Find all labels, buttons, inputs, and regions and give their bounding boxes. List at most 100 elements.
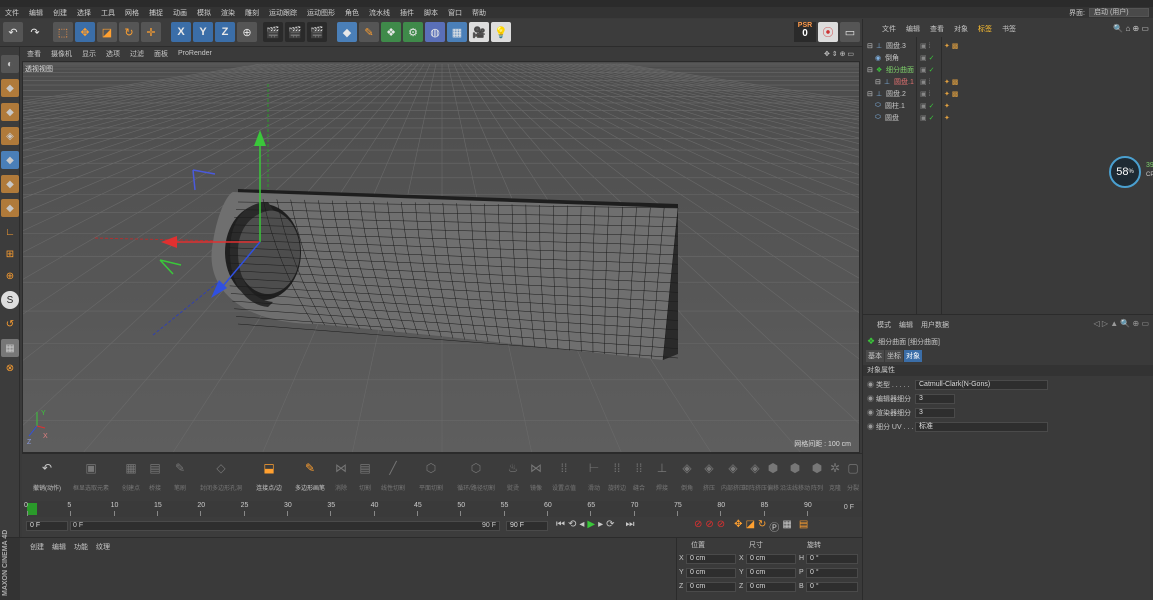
move-icon[interactable]: ✥ — [75, 22, 95, 42]
menu-mesh[interactable]: 网格 — [120, 8, 144, 18]
menu-animate[interactable]: 动画 — [168, 8, 192, 18]
tool-clone[interactable]: ✲ 克隆 — [826, 457, 844, 497]
tool-plane-cut[interactable]: ⬡ 平面切割 — [414, 457, 448, 497]
mat-tab-texture[interactable]: 纹理 — [96, 542, 110, 552]
frame-range-slider[interactable]: 0 F 90 F — [70, 521, 500, 531]
tool-weld[interactable]: ⊥ 焊接 — [651, 457, 673, 497]
grid-icon[interactable]: ▦ — [1, 339, 19, 357]
render-settings-icon[interactable]: 🎬 — [307, 22, 327, 42]
menu-mograph[interactable]: 运动图形 — [302, 8, 340, 18]
tool-iron[interactable]: ♨ 熨烫 — [502, 457, 524, 497]
timeline-ruler[interactable]: 0 5 10 15 20 25 30 35 40 45 50 55 60 65 70 75 80 85 90 0 F — [22, 501, 860, 517]
menu-edit[interactable]: 编辑 — [24, 8, 48, 18]
camera-icon[interactable]: 🎥 — [469, 22, 489, 42]
position-y-field[interactable]: 0 cm — [686, 568, 736, 578]
tool-loop-cut[interactable]: ⬡ 循环/路径切割 — [452, 457, 500, 497]
cube-icon[interactable]: ◆ — [337, 22, 357, 42]
tool-spin-edge[interactable]: ⁞⁞ 旋转边 — [606, 457, 628, 497]
tool-close-hole[interactable]: ◇ 封闭多边形孔洞 — [194, 457, 248, 497]
layout-icon[interactable]: ▭ — [840, 22, 860, 42]
perspective-viewport[interactable]: Y Z X 透视视图 网格间距 : 100 cm — [22, 61, 860, 453]
next-frame-icon[interactable]: ▸ — [598, 519, 603, 530]
texture-mode-icon[interactable]: ◆ — [1, 103, 19, 121]
menu-plugins[interactable]: 插件 — [395, 8, 419, 18]
position-x-field[interactable]: 0 cm — [686, 554, 736, 564]
autokey-icon[interactable]: ⊘ — [705, 519, 713, 534]
scale-icon[interactable]: ◪ — [97, 22, 117, 42]
mat-tab-edit[interactable]: 编辑 — [52, 542, 66, 552]
rotate-icon[interactable]: ↻ — [119, 22, 139, 42]
tool-line-cut[interactable]: ╱ 线性切割 — [378, 457, 408, 497]
vp-menu-view[interactable]: 查看 — [22, 49, 46, 59]
size-z-field[interactable]: 0 cm — [746, 582, 796, 592]
obj-tab-bookmarks[interactable]: 书签 — [997, 24, 1021, 34]
obj-tab-tags[interactable]: 标签 — [973, 24, 997, 34]
menu-tools[interactable]: 工具 — [96, 8, 120, 18]
object-row[interactable]: ⊟ ⊥ 圆盘.2 ▣ ⁞ ✦ ▩ — [863, 88, 1153, 99]
tool-brush[interactable]: ✎ 笔刷 — [168, 457, 192, 497]
tool-polygon-pen[interactable]: ✎ 多边形画笔 — [290, 457, 330, 497]
render-view-icon[interactable]: 🎬 — [263, 22, 283, 42]
tool-connect[interactable]: ⬓ 连接点/边 — [250, 457, 288, 497]
keyframe-selection-icon[interactable]: ⊘ — [717, 519, 725, 534]
obj-tab-objects[interactable]: 对象 — [949, 24, 973, 34]
vp-menu-display[interactable]: 显示 — [77, 49, 101, 59]
param-key-icon[interactable]: Ⓟ — [769, 519, 779, 534]
model-mode-icon[interactable]: ◐ — [1, 55, 19, 73]
menu-sculpt[interactable]: 雕刻 — [240, 8, 264, 18]
menu-snap[interactable]: 捕捉 — [144, 8, 168, 18]
scale-key-icon[interactable]: ◪ — [746, 519, 755, 534]
start-frame-field[interactable]: 0 F — [26, 521, 68, 531]
rot-key-icon[interactable]: ↻ — [758, 519, 766, 534]
x-axis-icon[interactable]: X — [171, 22, 191, 42]
tool-set-value[interactable]: ⁞⁞ 设置点值 — [548, 457, 580, 497]
deformer-icon[interactable]: ◍ — [425, 22, 445, 42]
tool-array[interactable]: ⬢ 阵列 — [806, 457, 828, 497]
prev-frame-icon[interactable]: ◂ — [579, 519, 584, 530]
tool-extrude[interactable]: ◈ 挤压 — [698, 457, 720, 497]
vp-menu-prorender[interactable]: ProRender — [173, 50, 217, 57]
light-icon[interactable]: 💡 — [491, 22, 511, 42]
recent-tool-icon[interactable]: ✛ — [141, 22, 161, 42]
tool-frame[interactable]: ▣ 框显选取元素 — [68, 457, 114, 497]
tool-normal-move[interactable]: ⬢ 沿法线移动 — [780, 457, 810, 497]
axis-mode-icon[interactable]: ∟ — [1, 223, 19, 241]
tool-inner-extrude[interactable]: ◈ 内部挤压 — [721, 457, 745, 497]
play-icon[interactable]: ▶ — [587, 519, 595, 530]
tool-slide[interactable]: ⊢ 滑动 — [582, 457, 606, 497]
timeline-window-icon[interactable]: ▤ — [799, 519, 808, 534]
locked-icon[interactable]: ⊕ — [1, 267, 19, 285]
pos-key-icon[interactable]: ✥ — [734, 519, 742, 534]
object-row[interactable]: ⬭ 圆盘 ▣ ✓ ✦ — [863, 112, 1153, 123]
attr-tab-edit[interactable]: 编辑 — [899, 320, 913, 330]
array-icon[interactable]: ⚙ — [403, 22, 423, 42]
size-x-field[interactable]: 0 cm — [746, 554, 796, 564]
subtab-basic[interactable]: 基本 — [866, 350, 884, 362]
vp-menu-filter[interactable]: 过滤 — [125, 49, 149, 59]
y-axis-icon[interactable]: Y — [193, 22, 213, 42]
object-row[interactable]: ⊟ ⊥ 圆盘.1 ▣ ⁞ ✦ ▩ — [863, 76, 1153, 87]
prev-key-icon[interactable]: ⟲ — [568, 519, 576, 530]
menu-pipeline[interactable]: 流水线 — [364, 8, 395, 18]
snap-icon[interactable]: ⦿ — [818, 22, 838, 42]
floor-icon[interactable]: ▦ — [447, 22, 467, 42]
position-z-field[interactable]: 0 cm — [686, 582, 736, 592]
snap-enable-icon[interactable]: S — [1, 291, 19, 309]
rotation-p-field[interactable]: 0 ° — [806, 568, 858, 578]
pla-key-icon[interactable]: ▦ — [782, 519, 791, 534]
menu-script[interactable]: 脚本 — [419, 8, 443, 18]
attr-tab-userdata[interactable]: 用户数据 — [921, 320, 949, 330]
menu-motion-tracker[interactable]: 运动跟踪 — [264, 8, 302, 18]
z-axis-icon[interactable]: Z — [215, 22, 235, 42]
redo-icon[interactable]: ↷ — [25, 22, 45, 42]
size-y-field[interactable]: 0 cm — [746, 568, 796, 578]
subdivision-icon[interactable]: ❖ — [381, 22, 401, 42]
attr-tab-mode[interactable]: 模式 — [877, 320, 891, 330]
viewport-nav-icons[interactable]: ✥ ⇕ ⊕ ▭ — [819, 50, 860, 58]
magnet-icon[interactable]: ↺ — [1, 315, 19, 333]
interface-dropdown[interactable]: 启动 (用户) — [1089, 8, 1149, 17]
next-key-icon[interactable]: ⟳ — [606, 519, 614, 530]
vp-menu-options[interactable]: 选项 — [101, 49, 125, 59]
end-frame-field[interactable]: 90 F — [506, 521, 548, 531]
goto-end-icon[interactable]: ⏭ — [626, 519, 635, 530]
